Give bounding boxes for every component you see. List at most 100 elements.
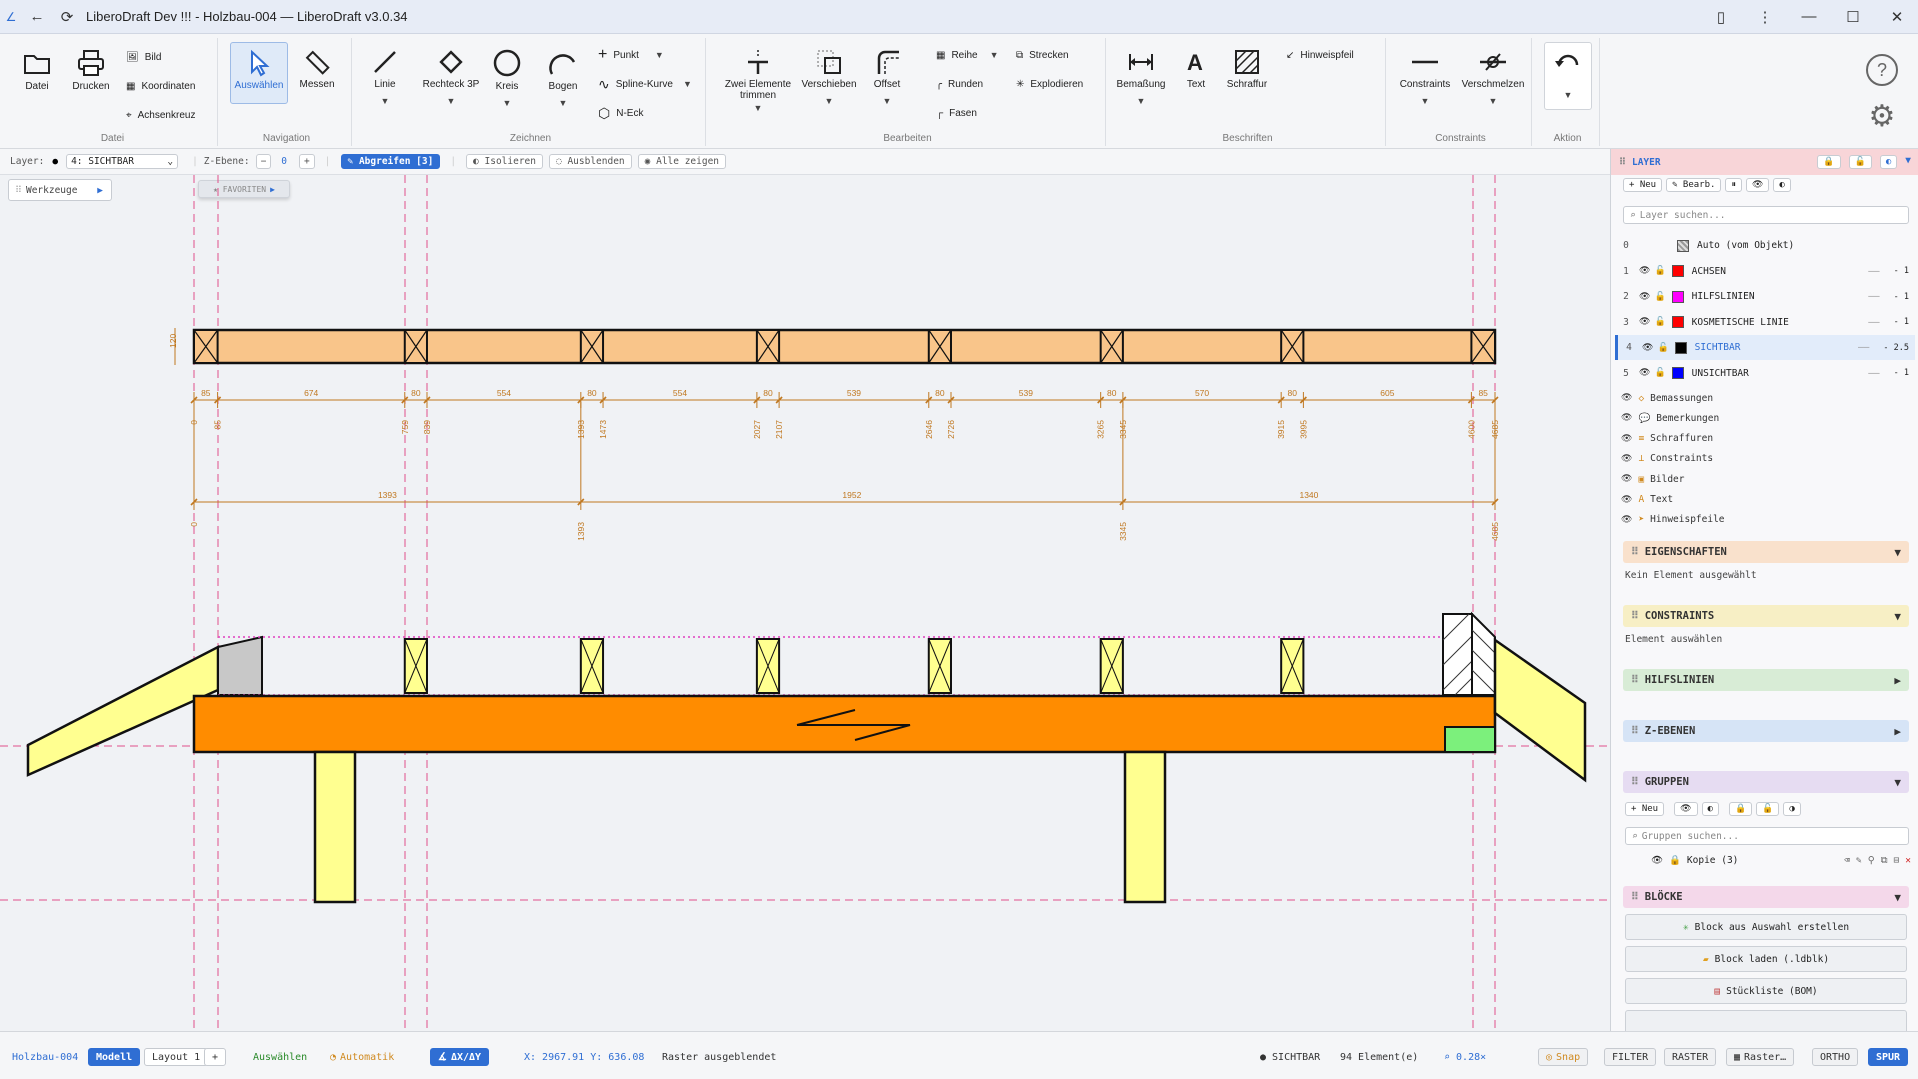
gruppe-unlock-icon[interactable]: 🔓 bbox=[1756, 802, 1780, 816]
ortho-toggle[interactable]: ORTHO bbox=[1812, 1048, 1859, 1066]
page-icon[interactable]: ▯ bbox=[1706, 2, 1736, 32]
punkt-button[interactable]: + Punkt ▼ bbox=[598, 44, 664, 66]
line-width-value[interactable]: - 1 bbox=[1894, 317, 1909, 327]
drucken-button[interactable]: Drucken bbox=[64, 42, 118, 114]
datei-button[interactable]: Datei bbox=[10, 42, 64, 114]
tab-add-button[interactable]: + bbox=[204, 1048, 227, 1066]
chevron-down-icon[interactable]: ▼ bbox=[1489, 96, 1498, 106]
lock-icon[interactable]: 🔒 bbox=[1669, 855, 1681, 866]
rechteck-button[interactable]: Rechteck 3P ▼ bbox=[416, 42, 486, 114]
layer-color-swatch[interactable] bbox=[1671, 316, 1684, 328]
chevron-down-icon[interactable]: ▼ bbox=[883, 96, 892, 106]
line-style-preview[interactable]: —— bbox=[1868, 291, 1879, 302]
explodieren-button[interactable]: ✳ Explodieren bbox=[1016, 73, 1083, 95]
block-create-button[interactable]: ✳ Block aus Auswahl erstellen bbox=[1625, 914, 1907, 940]
fasen-button[interactable]: ┌ Fasen bbox=[936, 102, 977, 124]
isolieren-button[interactable]: ◐ Isolieren bbox=[466, 154, 543, 169]
layer-search-input[interactable]: ⌕ Layer suchen... bbox=[1623, 206, 1909, 224]
neck-button[interactable]: ⬡ N-Eck bbox=[598, 102, 643, 124]
block-load-button[interactable]: ▰ Block laden (.ldblk) bbox=[1625, 946, 1907, 972]
layer-edit-button[interactable]: ✎ Bearb. bbox=[1666, 178, 1722, 192]
category-row[interactable]: 👁 ▣ Bilder bbox=[1621, 470, 1685, 488]
bemassung-button[interactable]: Bemaßung ▼ bbox=[1114, 42, 1168, 114]
left-end-block[interactable] bbox=[217, 635, 263, 696]
eye-icon[interactable]: 👁 bbox=[1642, 343, 1653, 353]
alle-zeigen-button[interactable]: ◉ Alle zeigen bbox=[637, 154, 727, 169]
constraints-header[interactable]: ⠿ CONSTRAINTS ▼ bbox=[1623, 605, 1909, 627]
auswaehlen-button[interactable]: Auswählen bbox=[230, 42, 288, 104]
back-icon[interactable]: ← bbox=[22, 2, 52, 32]
chevron-down-icon[interactable]: ▼ bbox=[655, 50, 664, 60]
filter-toggle[interactable]: FILTER bbox=[1604, 1048, 1657, 1066]
category-row[interactable]: 👁 ◇ Bemassungen bbox=[1621, 389, 1713, 407]
gruppe-lock-icon[interactable]: 🔒 bbox=[1728, 802, 1753, 816]
line-style-preview[interactable]: —— bbox=[1868, 266, 1879, 277]
unlock-icon[interactable]: 🔓 bbox=[1848, 155, 1872, 169]
raster-toggle[interactable]: RASTER bbox=[1664, 1048, 1717, 1066]
raster-settings-button[interactable]: ▦ Raster… bbox=[1726, 1048, 1795, 1066]
layer-row[interactable]: 5 👁 🔓 UNSICHTBAR —— - 1 bbox=[1615, 361, 1915, 386]
layer-row[interactable]: 4 👁 🔓 SICHTBAR —— - 2.5 bbox=[1615, 335, 1915, 360]
layer-row[interactable]: 3 👁 🔓 KOSMETISCHE LINIE —— - 1 bbox=[1615, 310, 1915, 335]
help-icon[interactable]: ? bbox=[1866, 54, 1898, 86]
eye-icon[interactable]: 👁 bbox=[1621, 454, 1632, 464]
eye-icon[interactable]: 👁 bbox=[1621, 515, 1632, 525]
tab-modell[interactable]: Modell bbox=[88, 1048, 141, 1066]
eye-icon[interactable]: 👁 bbox=[1621, 495, 1632, 505]
chevron-down-icon[interactable]: ▼ bbox=[754, 103, 763, 113]
verschieben-button[interactable]: Verschieben ▼ bbox=[798, 42, 860, 114]
layer-color-swatch[interactable] bbox=[1671, 265, 1684, 277]
text-button[interactable]: A Text bbox=[1174, 42, 1218, 114]
ausblenden-button[interactable]: ◌ Ausblenden bbox=[548, 154, 632, 169]
reload-icon[interactable]: ⟳ bbox=[52, 2, 82, 32]
messen-button[interactable]: Messen bbox=[290, 42, 344, 114]
drawing-canvas[interactable]: ⠿ Werkzeuge ▶ ★ FAVORITEN ▶ 120 08575983… bbox=[0, 175, 1610, 1031]
layer-color-swatch[interactable] bbox=[1674, 341, 1687, 354]
green-block[interactable] bbox=[1444, 726, 1496, 753]
layer-panel-header[interactable]: ⠿ LAYER 🔒 🔓 ◐ ▼ bbox=[1611, 149, 1918, 175]
copy-icon[interactable]: ⧉ bbox=[1881, 855, 1888, 866]
chevron-down-icon[interactable]: ▼ bbox=[447, 96, 456, 106]
lock-icon[interactable]: 🔓 bbox=[1654, 317, 1665, 327]
chevron-down-icon[interactable]: ▼ bbox=[559, 98, 568, 108]
chevron-down-icon[interactable]: ▼ bbox=[683, 79, 692, 89]
koordinaten-button[interactable]: ▦ Koordinaten bbox=[126, 75, 195, 97]
gruppe-contrast-icon[interactable]: ◐ bbox=[1701, 802, 1719, 816]
line-style-preview[interactable]: —— bbox=[1868, 317, 1879, 328]
chevron-down-icon[interactable]: ▼ bbox=[990, 50, 999, 60]
status-automatik[interactable]: ◔ Automatik bbox=[330, 1048, 394, 1066]
kreis-button[interactable]: Kreis ▼ bbox=[480, 42, 534, 114]
block-extra-button[interactable] bbox=[1625, 1010, 1907, 1031]
eye-icon[interactable]: 👁 bbox=[1639, 317, 1650, 327]
ungroup-icon[interactable]: ⊟ bbox=[1894, 855, 1900, 866]
lock-icon[interactable]: 🔓 bbox=[1654, 266, 1665, 276]
chevron-down-icon[interactable]: ▼ bbox=[825, 96, 834, 106]
trimmen-button[interactable]: Zwei Elemente trimmen ▼ bbox=[722, 42, 794, 126]
gruppen-search-input[interactable]: ⌕ Gruppen suchen... bbox=[1625, 827, 1909, 845]
category-row[interactable]: 👁 ⊥ Constraints bbox=[1621, 450, 1713, 468]
collapse-icon[interactable]: ▼ bbox=[1905, 155, 1911, 169]
layer-color-swatch[interactable] bbox=[1671, 367, 1684, 379]
offset-button[interactable]: Offset ▼ bbox=[860, 42, 914, 114]
category-row[interactable]: 👁 A Text bbox=[1621, 491, 1673, 509]
line-width-value[interactable]: - 1 bbox=[1894, 368, 1909, 378]
spline-button[interactable]: ∿ Spline-Kurve ▼ bbox=[598, 73, 692, 95]
kebab-menu-icon[interactable]: ⋮ bbox=[1750, 2, 1780, 32]
gruppe-new-button[interactable]: + Neu bbox=[1625, 802, 1665, 816]
zebenen-header[interactable]: ⠿ Z-EBENEN ▶ bbox=[1623, 720, 1909, 742]
layer-eye-icon[interactable]: 👁 bbox=[1745, 178, 1770, 192]
close-icon[interactable]: ✕ bbox=[1882, 2, 1912, 32]
hilfslinien-header[interactable]: ⠿ HILFSLINIEN ▶ bbox=[1623, 669, 1909, 691]
chevron-down-icon[interactable]: ▼ bbox=[503, 98, 512, 108]
status-zoom[interactable]: ⌕ 0.28× bbox=[1444, 1048, 1486, 1066]
chevron-down-icon[interactable]: ▼ bbox=[1421, 96, 1430, 106]
contrast-icon[interactable]: ◐ bbox=[1879, 155, 1898, 169]
layer-color-swatch[interactable] bbox=[1671, 290, 1684, 303]
chevron-down-icon[interactable]: ▼ bbox=[381, 96, 390, 106]
maximize-icon[interactable]: ☐ bbox=[1838, 2, 1868, 32]
delete-icon[interactable]: ✕ bbox=[1905, 855, 1911, 866]
block-bom-button[interactable]: ▤ Stückliste (BOM) bbox=[1625, 978, 1907, 1004]
tab-layout-1[interactable]: Layout 1 bbox=[144, 1048, 209, 1066]
left-support-post[interactable] bbox=[313, 750, 357, 904]
eye-icon[interactable]: 👁 bbox=[1639, 368, 1650, 378]
